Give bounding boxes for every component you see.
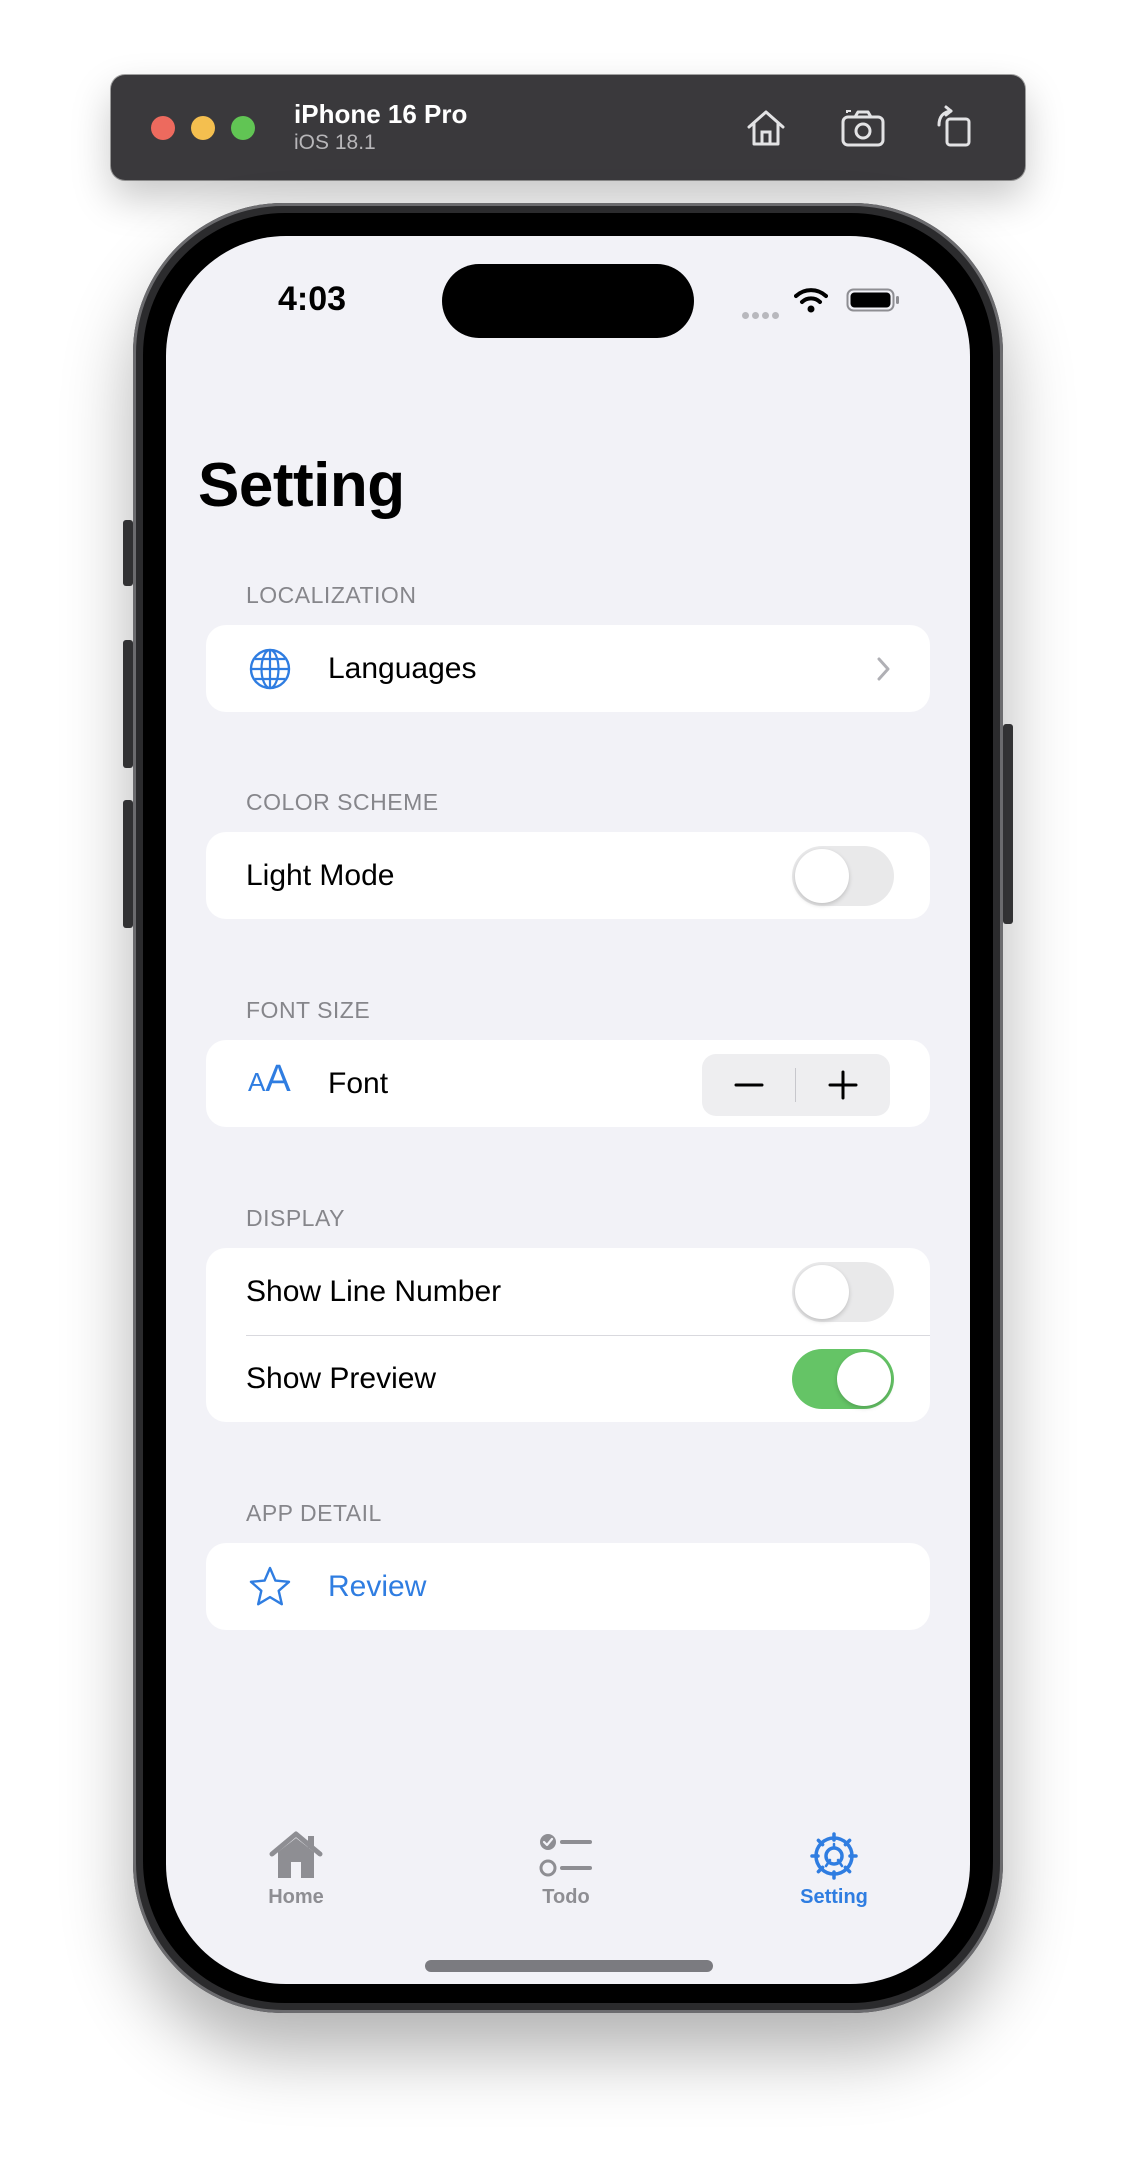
increase-font-button[interactable] <box>796 1054 890 1116</box>
cellular-signal-icon <box>742 306 782 324</box>
os-version: iOS 18.1 <box>294 131 376 154</box>
zoom-window-button[interactable] <box>231 116 255 140</box>
house-icon <box>269 1831 323 1878</box>
power-button <box>1003 724 1013 924</box>
show-line-number-label: Show Line Number <box>246 1275 502 1308</box>
tab-todo-label: Todo <box>542 1886 590 1908</box>
light-mode-label: Light Mode <box>246 859 395 892</box>
toggle-knob <box>795 1265 849 1319</box>
decrease-font-button[interactable] <box>702 1054 796 1116</box>
toggle-knob <box>837 1352 891 1406</box>
tab-todo[interactable]: Todo <box>486 1830 646 1909</box>
font-row: AA Font <box>206 1040 930 1127</box>
close-window-button[interactable] <box>151 116 175 140</box>
tab-home-label: Home <box>268 1886 324 1908</box>
tab-setting[interactable]: Setting <box>754 1830 914 1909</box>
show-line-number-toggle[interactable] <box>792 1262 894 1322</box>
show-line-number-row: Show Line Number <box>206 1248 930 1335</box>
chevron-right-icon <box>877 657 890 681</box>
device-name: iPhone 16 Pro <box>294 99 468 129</box>
minimize-window-button[interactable] <box>191 116 215 140</box>
toggle-knob <box>795 849 849 903</box>
text-size-icon-small: A <box>248 1067 266 1097</box>
text-size-icon: AA <box>248 1058 291 1101</box>
review-label: Review <box>328 1570 427 1603</box>
screenshot-icon[interactable] <box>837 101 891 155</box>
font-size-stepper <box>702 1054 890 1116</box>
battery-icon <box>846 288 899 312</box>
page-title: Setting <box>198 451 405 520</box>
light-mode-row: Light Mode <box>206 832 930 919</box>
section-header-localization: LOCALIZATION <box>246 582 417 608</box>
section-header-display: DISPLAY <box>246 1205 345 1231</box>
simulator-toolbar: iPhone 16 Pro iOS 18.1 <box>111 75 1025 180</box>
globe-icon <box>249 648 291 690</box>
gear-icon <box>810 1832 858 1880</box>
show-preview-label: Show Preview <box>246 1362 437 1395</box>
font-label: Font <box>328 1067 389 1100</box>
status-time: 4:03 <box>278 280 347 318</box>
light-mode-toggle[interactable] <box>792 846 894 906</box>
display-card: Show Line Number Show Preview <box>206 1248 930 1422</box>
localization-card: Languages <box>206 625 930 712</box>
font-size-card: AA Font <box>206 1040 930 1127</box>
home-icon[interactable] <box>739 101 793 155</box>
section-header-app-detail: APP DETAIL <box>246 1500 382 1526</box>
rotate-icon[interactable] <box>929 101 983 155</box>
home-indicator[interactable] <box>425 1960 713 1972</box>
action-button <box>123 520 133 586</box>
tab-setting-label: Setting <box>800 1886 868 1908</box>
review-row[interactable]: Review <box>206 1543 930 1630</box>
volume-up-button <box>123 640 133 768</box>
show-preview-toggle[interactable] <box>792 1349 894 1409</box>
languages-label: Languages <box>328 652 477 685</box>
color-scheme-card: Light Mode <box>206 832 930 919</box>
languages-row[interactable]: Languages <box>206 625 930 712</box>
checklist-icon <box>539 1834 592 1877</box>
star-icon <box>249 1566 291 1606</box>
volume-down-button <box>123 800 133 928</box>
tab-home[interactable]: Home <box>216 1830 376 1909</box>
app-detail-card: Review <box>206 1543 930 1630</box>
section-header-font-size: FONT SIZE <box>246 997 371 1023</box>
phone-screen: 4:03 Setting LOCALIZATION Languages COLO… <box>166 236 970 1984</box>
section-header-color-scheme: COLOR SCHEME <box>246 789 439 815</box>
dynamic-island <box>442 264 694 338</box>
show-preview-row: Show Preview <box>206 1335 930 1422</box>
text-size-icon-big: A <box>265 1058 291 1100</box>
wifi-icon <box>794 288 828 313</box>
